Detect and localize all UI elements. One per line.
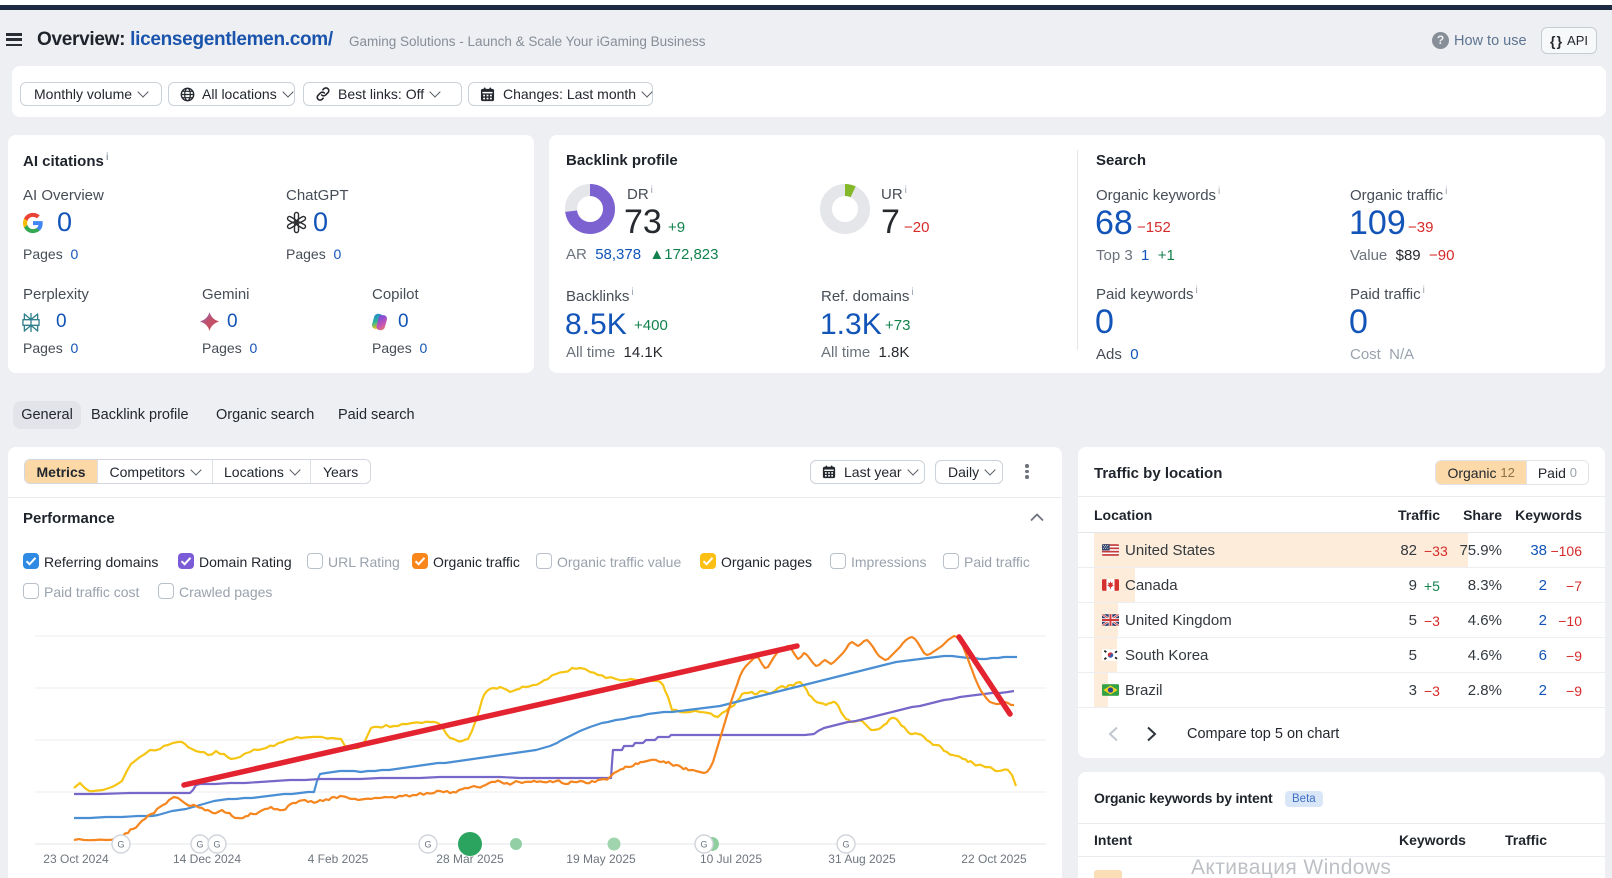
svg-text:G: G — [213, 840, 220, 850]
svg-text:G: G — [700, 840, 707, 850]
svg-text:G: G — [117, 840, 124, 850]
svg-text:G: G — [196, 840, 203, 850]
svg-text:G: G — [424, 840, 431, 850]
svg-text:G: G — [842, 840, 849, 850]
